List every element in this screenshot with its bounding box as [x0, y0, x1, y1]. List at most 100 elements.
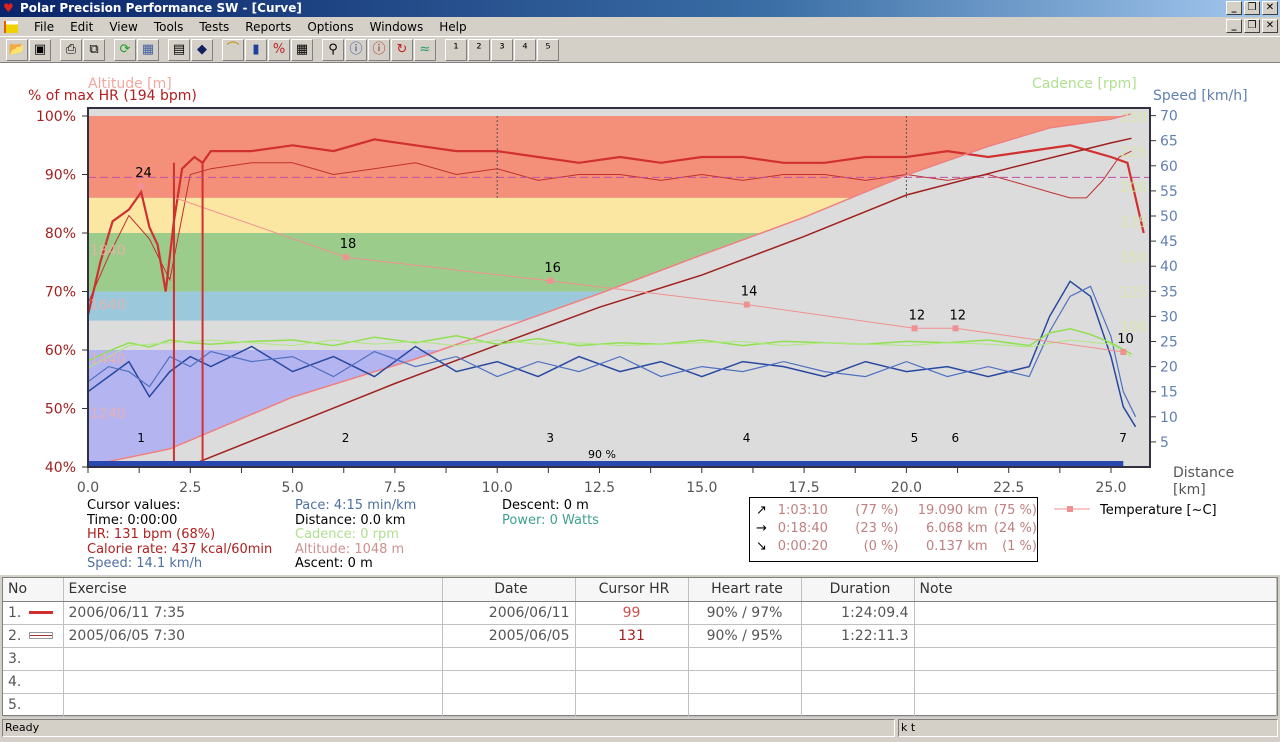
monitor-button[interactable]: ▦	[137, 38, 159, 61]
menu-edit[interactable]: Edit	[62, 20, 101, 34]
open-folder-button[interactable]: 📂	[6, 38, 28, 61]
cell-duration	[801, 670, 915, 694]
refresh-button[interactable]: ⟳	[114, 38, 136, 61]
column-header-heart-rate[interactable]: Heart rate	[688, 578, 802, 602]
menu-help[interactable]: Help	[431, 20, 474, 34]
info-curve-icon: ⓘ	[349, 42, 363, 57]
cursor-cadence: Cadence: 0 rpm	[295, 527, 399, 543]
temperature-point	[911, 325, 918, 332]
info-curve-button[interactable]: ⓘ	[345, 38, 367, 61]
hr-tick-label: 100%	[36, 109, 76, 125]
speed-tick-label: 60	[1160, 159, 1178, 175]
histogram-button[interactable]: ▮	[245, 38, 267, 61]
cursor-calorie-rate: Calorie rate: 437 kcal/60min	[87, 541, 273, 557]
menu-windows[interactable]: Windows	[362, 20, 432, 34]
speed-tick-label: 20	[1160, 360, 1178, 376]
calendar-button[interactable]: ▤	[168, 38, 190, 61]
summary-dist-pct: (1 %)	[1002, 539, 1037, 554]
minimize-button[interactable]: _	[1226, 1, 1242, 15]
altitude-tick-label: 1640	[90, 297, 126, 313]
print-button[interactable]: ⎙	[60, 38, 82, 61]
column-header-exercise[interactable]: Exercise	[63, 578, 443, 602]
cell-note	[914, 693, 1277, 717]
lap-marker-label: 6	[952, 431, 960, 445]
compare-curves-icon: ≈	[419, 42, 431, 57]
column-header-cursor-hr[interactable]: Cursor HR	[575, 578, 689, 602]
restore-button[interactable]: ❐	[1244, 1, 1260, 15]
column-header-note[interactable]: Note	[914, 578, 1277, 602]
table-row[interactable]: 4.	[3, 670, 1277, 694]
zone-percent-button[interactable]: %	[268, 38, 290, 61]
bar-chart-5-icon: ⁵	[545, 42, 551, 57]
save-button[interactable]: ▣	[29, 38, 51, 61]
cursor-values-col1: Cursor values: Time: 0:00:00 HR: 131 bpm…	[87, 498, 273, 572]
status-text: Ready	[2, 719, 895, 737]
window-title: Polar Precision Performance SW - [Curve]	[20, 1, 302, 15]
diary-book-button[interactable]: ◆	[191, 38, 213, 61]
cadence-tick-label: 150	[1120, 250, 1147, 266]
bar-chart-4-button[interactable]: ⁴	[514, 38, 536, 61]
hr-limit-label: 90 %	[588, 448, 616, 461]
menu-file[interactable]: File	[26, 20, 62, 34]
copy-button[interactable]: ⧉	[83, 38, 105, 61]
summary-time: 0:18:40	[777, 521, 828, 536]
lap-marker-label: 2	[342, 431, 350, 445]
menu-view[interactable]: View	[101, 20, 145, 34]
menu-reports[interactable]: Reports	[237, 20, 299, 34]
table-row[interactable]: 2. 2005/06/05 7:30 2005/06/05 131 90% / 95% 1…	[3, 624, 1277, 648]
curve-chart[interactable]: 24 18 16 14 12 12 10 1 2 3 4 5 6 7 100% 90% 80% 70% 60% 50%…	[0, 63, 1280, 575]
summary-time-pct: (0 %)	[863, 539, 899, 554]
column-header-duration[interactable]: Duration	[801, 578, 915, 602]
cadence-tick-label: 200	[1120, 180, 1147, 196]
row-number: 4.	[8, 673, 22, 690]
cell-date	[442, 693, 576, 717]
bar-chart-2-button[interactable]: ²	[468, 38, 490, 61]
summary-time: 0:00:20	[777, 539, 828, 554]
distance-tick-label: 22.5	[993, 480, 1024, 496]
refresh-icon: ⟳	[119, 42, 131, 57]
distance-tick-label: 17.5	[789, 480, 820, 496]
compare-curves-button[interactable]: ≈	[414, 38, 436, 61]
table-row[interactable]: 5.	[3, 693, 1277, 717]
distance-tick-label: 5.0	[281, 480, 303, 496]
close-button[interactable]: ✕	[1262, 1, 1278, 15]
doc-close-button[interactable]: ✕	[1262, 19, 1278, 33]
cell-exercise	[63, 647, 443, 671]
menu-tests[interactable]: Tests	[191, 20, 237, 34]
distance-tick-label: 7.5	[384, 480, 406, 496]
bar-chart-5-button[interactable]: ⁵	[537, 38, 559, 61]
row-number-cell: 3.	[3, 647, 64, 671]
cell-date: 2005/06/05	[442, 624, 576, 648]
temperature-point	[547, 277, 554, 284]
cadence-tick-label: 175	[1120, 215, 1147, 231]
summary-dist: 0.137 km	[925, 539, 988, 554]
bar-chart-2-icon: ²	[476, 42, 482, 57]
bar-chart-3-button[interactable]: ³	[491, 38, 513, 61]
menu-options[interactable]: Options	[299, 20, 361, 34]
menu-tools[interactable]: Tools	[146, 20, 192, 34]
recovery-button[interactable]: ↻	[391, 38, 413, 61]
doc-restore-button[interactable]: ❐	[1244, 19, 1260, 33]
curve-button[interactable]: ⌒	[222, 38, 244, 61]
cell-hr	[688, 647, 802, 671]
hr-tick-label: 70%	[45, 285, 76, 301]
bar-chart-1-button[interactable]: ¹	[445, 38, 467, 61]
cell-hr: 90% / 95%	[688, 624, 802, 648]
document-icon[interactable]	[4, 20, 18, 33]
table-row[interactable]: 1. 2006/06/11 7:35 2006/06/11 99 90% / 97% 1:…	[3, 601, 1277, 625]
zoom-icon: ⚲	[328, 42, 338, 57]
zoom-button[interactable]: ⚲	[322, 38, 344, 61]
cell-cursor-hr	[575, 647, 689, 671]
temperature-label: 24	[135, 166, 152, 181]
summary-row: → 0:18:40 (23 %) 6.068 km (24 %)	[756, 520, 1037, 538]
info-arrow-button[interactable]: ⓘ	[368, 38, 390, 61]
table-button[interactable]: ▦	[291, 38, 313, 61]
column-header-no[interactable]: No	[3, 578, 64, 602]
table-row[interactable]: 3.	[3, 647, 1277, 671]
doc-minimize-button[interactable]: _	[1226, 19, 1242, 33]
legend-temperature-label: Temperature [~C]	[1099, 503, 1217, 518]
speed-tick-label: 55	[1160, 184, 1178, 200]
row-number: 1.	[8, 604, 22, 621]
bar-chart-4-icon: ⁴	[522, 42, 528, 57]
column-header-date[interactable]: Date	[442, 578, 576, 602]
